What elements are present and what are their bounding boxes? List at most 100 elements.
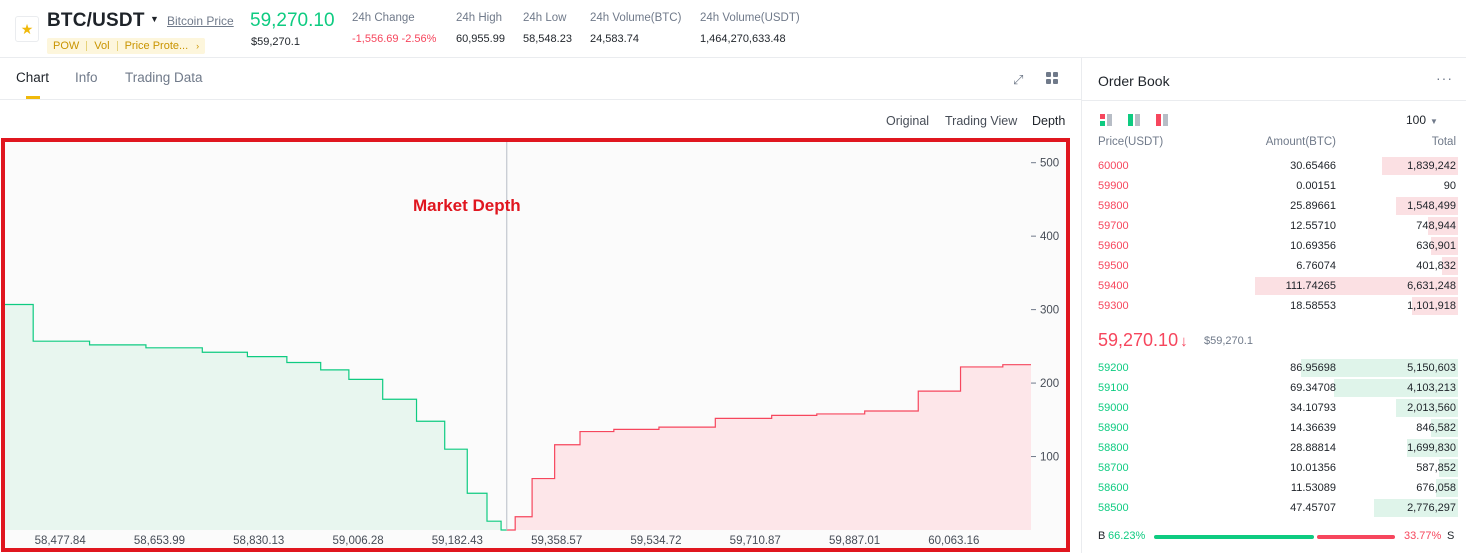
ask-row[interactable]: 59500 6.76074 401,832	[1082, 256, 1466, 276]
depth-chart[interactable]: 500 400 300 200 100 58,477.84 58,653.99 58,830.…	[5, 142, 1066, 548]
chevron-down-icon: ▼	[1430, 117, 1438, 126]
favorite-button[interactable]: ★	[15, 16, 39, 42]
buy-percent: 66.23%	[1108, 530, 1146, 542]
x-tick-label: 59,887.01	[829, 535, 880, 547]
row-total: 90	[1443, 180, 1456, 192]
row-price: 60000	[1098, 160, 1129, 172]
row-amount: 10.01356	[1290, 462, 1336, 474]
asks-only-icon[interactable]	[1156, 114, 1168, 126]
row-price: 59200	[1098, 362, 1129, 374]
row-price: 59300	[1098, 300, 1129, 312]
row-total: 401,832	[1416, 260, 1456, 272]
chart-title: Market Depth	[413, 196, 521, 215]
view-depth[interactable]: Depth	[1032, 114, 1065, 128]
y-tick-label: 400	[1040, 231, 1059, 243]
ask-row[interactable]: 59700 12.55710 748,944	[1082, 216, 1466, 236]
expand-icon[interactable]: ⤢	[1013, 72, 1027, 87]
ask-row[interactable]: 59400 111.74265 6,631,248	[1082, 276, 1466, 296]
col-price: Price(USDT)	[1098, 136, 1164, 148]
row-total: 1,839,242	[1407, 160, 1456, 172]
row-amount: 14.36639	[1290, 422, 1336, 434]
row-total: 748,944	[1416, 220, 1456, 232]
stat-24h-low: 24h Low 58,548.23	[523, 12, 572, 45]
stat-24h-volume-usdt: 24h Volume(USDT) 1,464,270,633.48	[700, 12, 800, 45]
bid-row[interactable]: 59200 86.95698 5,150,603	[1082, 358, 1466, 378]
row-price: 59800	[1098, 200, 1129, 212]
pair-tags[interactable]: POW Vol Price Prote... ›	[47, 38, 206, 54]
row-price: 59500	[1098, 260, 1129, 272]
buy-sell-ratio: B 66.23% 33.77% S	[1082, 528, 1466, 544]
bid-row[interactable]: 58600 11.53089 676,058	[1082, 478, 1466, 498]
row-total: 2,776,297	[1407, 502, 1456, 514]
price-group-select[interactable]: 100 ▼	[1406, 113, 1438, 127]
row-total: 5,150,603	[1407, 362, 1456, 374]
row-amount: 34.10793	[1290, 402, 1336, 414]
row-price: 59600	[1098, 240, 1129, 252]
row-amount: 6.76074	[1296, 260, 1336, 272]
row-amount: 111.74265	[1285, 280, 1336, 292]
row-total: 636,901	[1416, 240, 1456, 252]
row-total: 587,852	[1416, 462, 1456, 474]
row-total: 1,101,918	[1407, 300, 1456, 312]
row-total: 1,699,830	[1407, 442, 1456, 454]
bid-row[interactable]: 58500 47.45707 2,776,297	[1082, 498, 1466, 518]
row-amount: 12.55710	[1290, 220, 1336, 232]
col-total: Total	[1431, 136, 1456, 148]
tag-price-protection: Price Prote...	[124, 40, 189, 52]
row-amount: 47.45707	[1290, 502, 1336, 514]
ask-row[interactable]: 59900 0.00151 90	[1082, 176, 1466, 196]
view-original[interactable]: Original	[886, 114, 929, 128]
ticker-bar: ★ BTC/USDT ▼ Bitcoin Price POW Vol Price…	[0, 0, 1466, 58]
sell-label: S	[1447, 530, 1455, 542]
chart-tabs: Chart Info Trading Data ⤢	[0, 58, 1081, 100]
row-total: 2,013,560	[1407, 402, 1456, 414]
tab-chart[interactable]: Chart	[16, 70, 49, 85]
x-tick-label: 59,182.43	[432, 535, 483, 547]
y-tick-label: 300	[1040, 305, 1059, 317]
more-icon[interactable]: ···	[1436, 70, 1453, 86]
bitcoin-price-link[interactable]: Bitcoin Price	[167, 14, 234, 28]
row-price: 59000	[1098, 402, 1129, 414]
row-total: 1,548,499	[1407, 200, 1456, 212]
row-price: 59900	[1098, 180, 1129, 192]
row-total: 846,582	[1416, 422, 1456, 434]
bid-row[interactable]: 59100 69.34708 4,103,213	[1082, 378, 1466, 398]
star-icon: ★	[20, 21, 34, 37]
x-tick-label: 58,477.84	[35, 535, 87, 547]
active-tab-indicator	[26, 96, 40, 99]
row-price: 59700	[1098, 220, 1129, 232]
tag-vol: Vol	[94, 40, 110, 52]
row-amount: 86.95698	[1290, 362, 1336, 374]
row-price: 59100	[1098, 382, 1129, 394]
pair-symbol[interactable]: BTC/USDT	[47, 10, 145, 32]
bid-row[interactable]: 58800 28.88814 1,699,830	[1082, 438, 1466, 458]
ask-row[interactable]: 60000 30.65466 1,839,242	[1082, 156, 1466, 176]
bid-row[interactable]: 58900 14.36639 846,582	[1082, 418, 1466, 438]
ask-row[interactable]: 59600 10.69356 636,901	[1082, 236, 1466, 256]
stat-24h-volume-btc: 24h Volume(BTC) 24,583.74	[590, 12, 682, 45]
row-amount: 30.65466	[1290, 160, 1336, 172]
depth-chart-frame: 500 400 300 200 100 58,477.84 58,653.99 58,830.…	[1, 138, 1070, 552]
ask-row[interactable]: 59300 18.58553 1,101,918	[1082, 296, 1466, 316]
view-trading-view[interactable]: Trading View	[945, 114, 1017, 128]
x-tick-label: 58,830.13	[233, 535, 284, 547]
sell-ratio-bar	[1317, 535, 1395, 539]
buy-label: B	[1098, 530, 1106, 542]
bid-row[interactable]: 59000 34.10793 2,013,560	[1082, 398, 1466, 418]
tab-trading-data[interactable]: Trading Data	[125, 70, 203, 85]
bids-only-icon[interactable]	[1128, 114, 1140, 126]
layout-grid-icon[interactable]	[1046, 72, 1060, 86]
row-total: 676,058	[1416, 482, 1456, 494]
arrow-down-icon: ↓	[1180, 333, 1188, 350]
both-sides-icon[interactable]	[1100, 114, 1112, 126]
sell-percent: 33.77%	[1404, 530, 1442, 542]
row-price: 58900	[1098, 422, 1129, 434]
bid-row[interactable]: 58700 10.01356 587,852	[1082, 458, 1466, 478]
order-book-mid-price: 59,270.10 ↓	[1098, 330, 1188, 350]
tab-info[interactable]: Info	[75, 70, 98, 85]
buy-ratio-bar	[1154, 535, 1314, 539]
row-price: 58800	[1098, 442, 1129, 454]
order-book: Order Book ··· 100 ▼ Price(USDT) Amount(B…	[1082, 58, 1466, 553]
ask-row[interactable]: 59800 25.89661 1,548,499	[1082, 196, 1466, 216]
chevron-down-icon[interactable]: ▼	[150, 14, 159, 24]
